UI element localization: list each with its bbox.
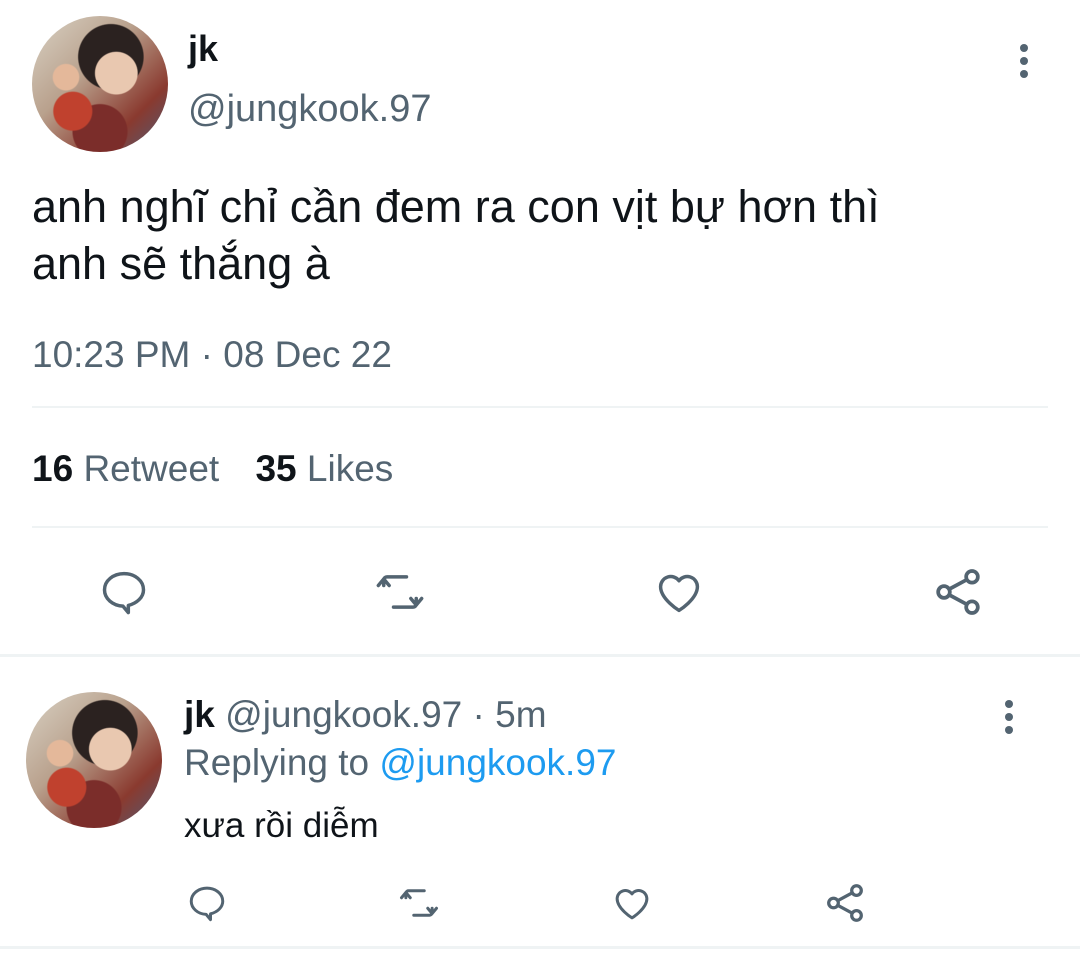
retweet-icon[interactable]	[396, 882, 442, 924]
reply-time[interactable]: 5m	[495, 694, 546, 735]
tweet-text-line: anh nghĩ chỉ cần đem ra con vịt bự hơn t…	[32, 181, 880, 232]
replying-to-handle[interactable]: @jungkook.97	[379, 742, 616, 783]
retweet-label: Retweet	[83, 448, 220, 489]
tweet-timestamp[interactable]: 10:23 PM · 08 Dec 22	[32, 334, 392, 376]
reply-display-name[interactable]: jk	[184, 694, 215, 735]
section-divider	[0, 946, 1080, 949]
reply-header: jk @jungkook.97 · 5m	[184, 694, 547, 736]
divider	[32, 526, 1048, 528]
reply-more-options-icon[interactable]	[997, 698, 1021, 740]
like-count: 35	[255, 448, 297, 489]
more-options-icon[interactable]	[1012, 42, 1036, 84]
share-icon[interactable]	[822, 880, 868, 926]
author-avatar[interactable]	[32, 16, 168, 152]
tweet-text-line: anh sẽ thắng à	[32, 238, 330, 289]
replying-to: Replying to @jungkook.97	[184, 742, 617, 784]
reply-separator: ·	[472, 694, 485, 735]
retweet-stat[interactable]: 16 Retweet	[32, 448, 229, 489]
tweet-text: anh nghĩ chỉ cần đem ra con vịt bự hơn t…	[32, 178, 880, 292]
author-display-name[interactable]: jk	[188, 28, 218, 70]
like-icon[interactable]	[652, 566, 706, 618]
share-icon[interactable]	[930, 564, 986, 620]
retweet-count: 16	[32, 448, 74, 489]
divider	[32, 406, 1048, 408]
like-stat[interactable]: 35 Likes	[255, 448, 393, 489]
reply-icon[interactable]	[98, 566, 150, 618]
section-divider	[0, 654, 1080, 657]
like-icon[interactable]	[610, 882, 654, 924]
reply-author-avatar[interactable]	[26, 692, 162, 828]
reply-handle[interactable]: @jungkook.97	[225, 694, 462, 735]
like-label: Likes	[306, 448, 394, 489]
reply-icon[interactable]	[186, 882, 228, 924]
reply-text: xưa rồi diễm	[184, 806, 379, 845]
replying-to-label: Replying to	[184, 742, 370, 783]
retweet-icon[interactable]	[372, 566, 428, 618]
author-handle[interactable]: @jungkook.97	[188, 88, 432, 131]
tweet-stats: 16 Retweet 35 Likes	[32, 448, 393, 490]
